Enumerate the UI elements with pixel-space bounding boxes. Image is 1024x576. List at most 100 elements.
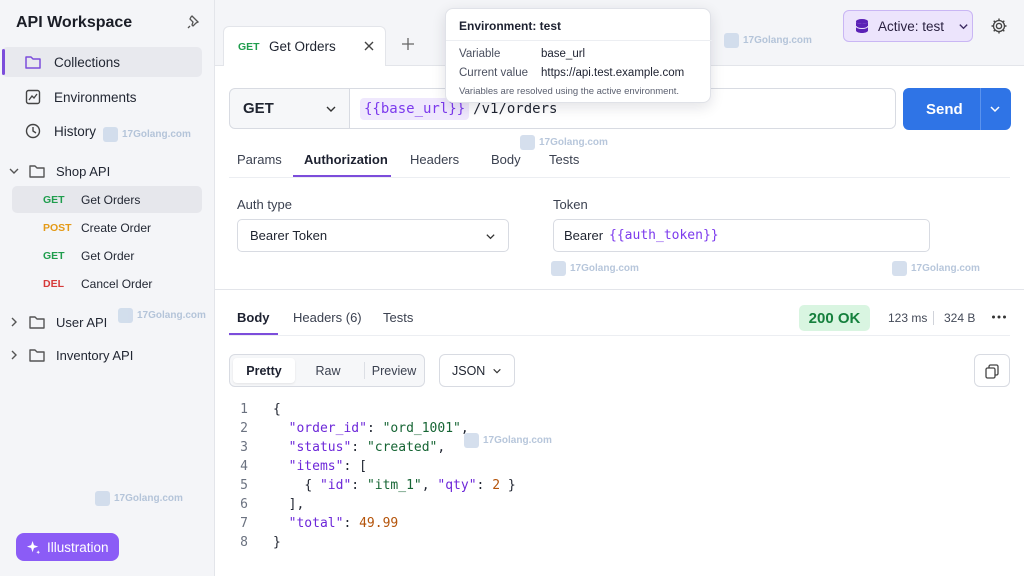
format-value: JSON	[452, 363, 486, 378]
pin-icon[interactable]	[186, 14, 202, 30]
folder-label: Inventory API	[56, 347, 134, 363]
popover-title: Environment: test	[459, 19, 562, 33]
variable-key: Variable	[459, 48, 501, 60]
folder-icon	[24, 53, 42, 71]
current-value-key: Current value	[459, 67, 529, 79]
environment-label: Active: test	[878, 18, 945, 34]
response-tab-headers[interactable]: Headers (6)	[293, 310, 362, 325]
auth-type-select[interactable]: Bearer Token	[237, 219, 509, 252]
environment-selector[interactable]: Active: test	[843, 10, 973, 42]
chevron-right-icon[interactable]	[8, 349, 20, 361]
view-preview[interactable]: Preview	[364, 358, 424, 383]
gear-icon[interactable]	[990, 17, 1008, 35]
active-tab-indicator	[293, 175, 391, 177]
chevron-right-icon[interactable]	[8, 316, 20, 328]
tab-params[interactable]: Params	[237, 152, 282, 167]
tab-get-orders[interactable]: GET Get Orders	[223, 26, 386, 66]
response-time: 123 ms	[888, 311, 928, 325]
token-variable: {{auth_token}}	[609, 228, 719, 243]
environment-icon	[24, 88, 42, 106]
folder-inventory-api[interactable]: Inventory API	[8, 343, 208, 367]
environment-popover: Environment: test Variable base_url Curr…	[445, 8, 712, 103]
copy-icon	[985, 363, 999, 379]
nav-history-label: History	[54, 123, 97, 139]
folder-icon	[28, 346, 46, 364]
database-icon	[855, 19, 869, 33]
current-value: https://api.test.example.com	[541, 67, 685, 79]
token-label: Token	[553, 197, 588, 212]
history-icon	[24, 122, 42, 140]
folder-shop-api[interactable]: Shop API	[8, 159, 208, 183]
chevron-down-icon	[493, 368, 501, 374]
close-icon[interactable]	[363, 40, 375, 52]
request-get-order[interactable]: GET Get Order	[12, 242, 202, 269]
method-value: GET	[243, 100, 274, 117]
divider	[933, 311, 934, 325]
nav-collections[interactable]: Collections	[2, 47, 202, 77]
watermark: 17Golang.com	[95, 491, 183, 506]
view-pretty[interactable]: Pretty	[233, 358, 295, 383]
response-tab-tests[interactable]: Tests	[383, 310, 413, 325]
tab-tests[interactable]: Tests	[549, 152, 579, 167]
method-select[interactable]: GET	[229, 88, 350, 129]
sidebar: API Workspace Collections Environments H…	[0, 0, 215, 576]
auth-type-label: Auth type	[237, 197, 292, 212]
request-label: Create Order	[81, 220, 152, 235]
format-select[interactable]: JSON	[439, 354, 515, 387]
sparkle-icon	[26, 540, 41, 554]
nav-environments-label: Environments	[54, 89, 137, 105]
token-input[interactable]: Bearer {{auth_token}}	[553, 219, 930, 252]
illustration-label: Illustration	[47, 539, 109, 555]
chevron-down-icon	[486, 234, 495, 240]
plus-icon[interactable]	[401, 37, 415, 51]
request-create-order[interactable]: POST Create Order	[12, 214, 202, 241]
variable-value: base_url	[541, 48, 586, 60]
method-badge: POST	[43, 221, 72, 234]
illustration-button[interactable]: Illustration	[16, 533, 119, 561]
tab-authorization[interactable]: Authorization	[304, 152, 388, 167]
send-label: Send	[926, 100, 963, 118]
active-tab-indicator	[229, 333, 278, 335]
popover-note: Variables are resolved using the active …	[459, 86, 680, 97]
nav-environments[interactable]: Environments	[2, 82, 202, 112]
watermark: 17Golang.com	[464, 433, 552, 448]
token-prefix: Bearer	[564, 228, 604, 243]
watermark: 17Golang.com	[724, 33, 812, 48]
divider	[215, 289, 1024, 290]
method-badge: GET	[238, 40, 260, 53]
request-cancel-order[interactable]: DEL Cancel Order	[12, 270, 202, 297]
folder-label: Shop API	[56, 163, 111, 179]
request-label: Get Order	[81, 248, 135, 263]
status-badge: 200 OK	[799, 305, 870, 331]
method-badge: GET	[43, 249, 65, 262]
folder-label: User API	[56, 314, 108, 330]
folder-icon	[28, 313, 46, 331]
copy-button[interactable]	[974, 354, 1010, 387]
divider	[446, 40, 712, 41]
tab-label: Get Orders	[269, 39, 336, 54]
view-toggle: Pretty Raw Preview	[229, 354, 425, 387]
chevron-down-icon[interactable]	[989, 103, 1001, 115]
divider	[229, 335, 1010, 336]
chevron-down-icon[interactable]	[8, 165, 20, 177]
tab-body[interactable]: Body	[491, 152, 521, 167]
watermark: 17Golang.com	[118, 308, 206, 323]
watermark: 17Golang.com	[551, 261, 639, 276]
response-size: 324 B	[944, 311, 976, 325]
response-tab-body[interactable]: Body	[237, 310, 270, 325]
tab-headers[interactable]: Headers	[410, 152, 459, 167]
app-title: API Workspace	[16, 14, 133, 31]
divider	[980, 88, 981, 130]
request-label: Cancel Order	[81, 276, 153, 291]
method-badge: GET	[43, 193, 65, 206]
watermark: 17Golang.com	[520, 135, 608, 150]
request-get-orders[interactable]: GET Get Orders	[12, 186, 202, 213]
send-button[interactable]: Send	[903, 88, 1011, 130]
chevron-down-icon	[326, 106, 336, 112]
chevron-down-icon	[959, 23, 968, 29]
more-icon[interactable]	[991, 311, 1007, 323]
method-badge: DEL	[43, 277, 64, 290]
view-raw[interactable]: Raw	[300, 358, 356, 383]
auth-type-value: Bearer Token	[250, 228, 328, 243]
folder-icon	[28, 162, 46, 180]
